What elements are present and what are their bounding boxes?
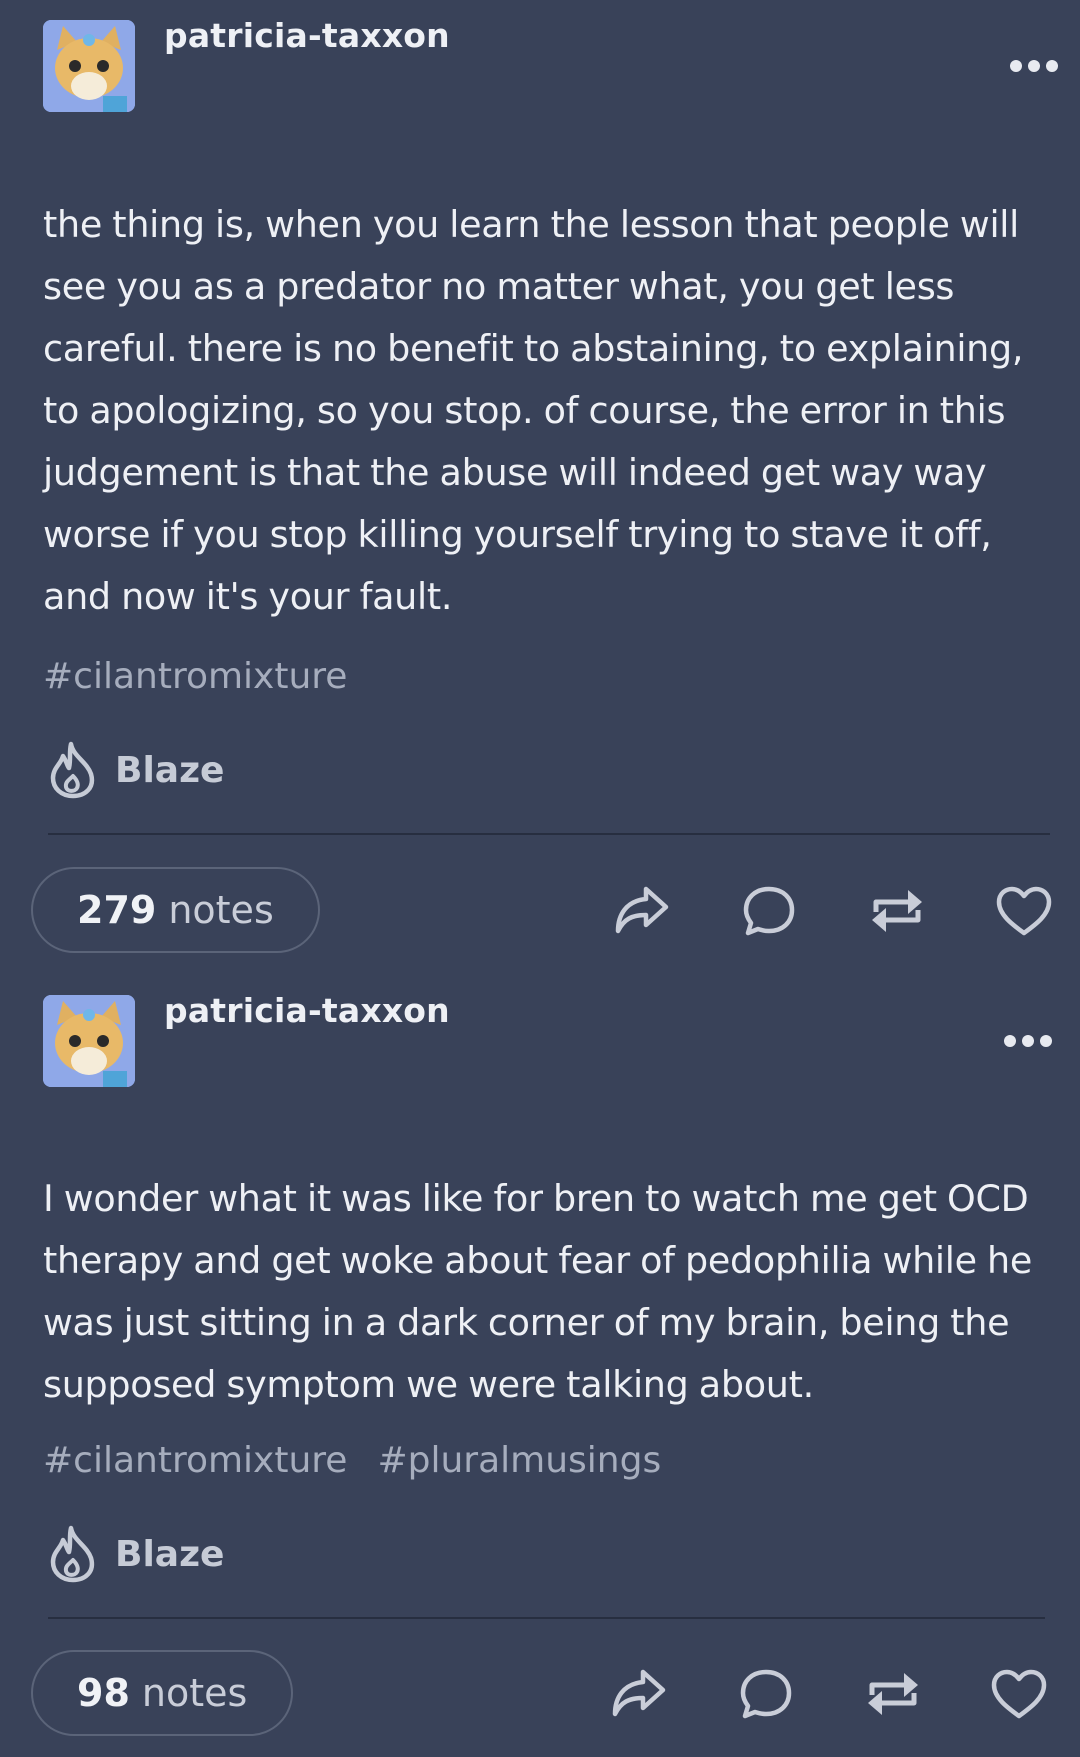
comment-icon [743, 886, 795, 936]
reblog-icon [872, 890, 922, 932]
heart-icon [996, 886, 1052, 936]
blaze-button[interactable]: Blaze [47, 740, 224, 800]
share-icon [615, 886, 669, 934]
share-icon [612, 1669, 666, 1717]
flame-icon [50, 741, 95, 799]
reblog-button[interactable] [864, 1665, 922, 1723]
more-options-icon[interactable] [1004, 1031, 1056, 1051]
comment-icon [740, 1669, 792, 1719]
heart-icon [991, 1669, 1047, 1719]
flame-icon [50, 1525, 95, 1583]
reblog-icon [868, 1673, 918, 1715]
notes-button[interactable]: 279 notes [31, 867, 320, 953]
tags: #cilantromixture [43, 656, 377, 697]
reblog-button[interactable] [868, 882, 926, 940]
username[interactable]: patricia-taxxon [164, 991, 450, 1030]
blaze-button[interactable]: Blaze [47, 1524, 224, 1584]
divider [48, 833, 1050, 835]
divider [48, 1617, 1045, 1619]
avatar[interactable] [43, 20, 135, 112]
share-button[interactable] [609, 1664, 667, 1722]
tag[interactable]: #cilantromixture [43, 1440, 347, 1481]
blaze-label: Blaze [115, 749, 225, 791]
share-button[interactable] [612, 881, 670, 939]
notes-count: 98 [77, 1671, 130, 1715]
comment-button[interactable] [740, 883, 798, 941]
like-button[interactable] [995, 883, 1053, 941]
comment-button[interactable] [737, 1666, 795, 1724]
blaze-label: Blaze [115, 1533, 225, 1575]
post-body: I wonder what it was like for bren to wa… [43, 1177, 1033, 1406]
avatar[interactable] [43, 995, 135, 1087]
more-options-icon[interactable] [1010, 56, 1062, 76]
tag[interactable]: #cilantromixture [43, 656, 347, 697]
username[interactable]: patricia-taxxon [164, 16, 450, 55]
notes-label: notes [141, 1671, 248, 1715]
like-button[interactable] [990, 1666, 1048, 1724]
notes-button[interactable]: 98 notes [31, 1650, 294, 1736]
notes-label: notes [168, 888, 274, 932]
notes-count: 279 [77, 888, 157, 932]
tag[interactable]: #pluralmusings [377, 1440, 661, 1481]
tags: #cilantromixture #pluralmusings [43, 1440, 691, 1481]
post-body: the thing is, when you learn the lesson … [43, 203, 1024, 618]
